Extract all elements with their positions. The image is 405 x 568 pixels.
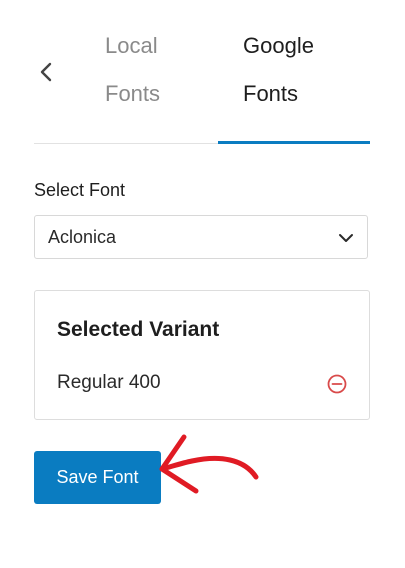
tab-google-fonts-label-line2: Fonts — [243, 81, 299, 106]
font-select-value: Aclonica — [48, 226, 117, 247]
tab-google-fonts-label-line1: Google — [243, 33, 314, 58]
tab-google-fonts[interactable]: Google Fonts — [243, 22, 368, 140]
tab-local-fonts-label-line2: Fonts — [105, 81, 161, 106]
tab-local-fonts[interactable]: Local Fonts — [105, 22, 215, 140]
arrow-annotation-icon — [159, 434, 259, 494]
selected-variant-title: Selected Variant — [57, 318, 220, 341]
back-button[interactable] — [36, 60, 56, 84]
active-tab-indicator — [218, 141, 370, 144]
chevron-down-icon — [339, 234, 353, 242]
variant-item-label: Regular 400 — [57, 372, 161, 393]
minus-circle-icon[interactable] — [326, 373, 348, 395]
tab-local-fonts-label-line1: Local — [105, 33, 158, 58]
chevron-left-icon — [40, 62, 52, 82]
selected-variant-panel: Selected Variant Regular 400 — [34, 290, 370, 420]
select-font-label: Select Font — [34, 180, 126, 200]
font-select[interactable]: Aclonica — [34, 215, 368, 259]
